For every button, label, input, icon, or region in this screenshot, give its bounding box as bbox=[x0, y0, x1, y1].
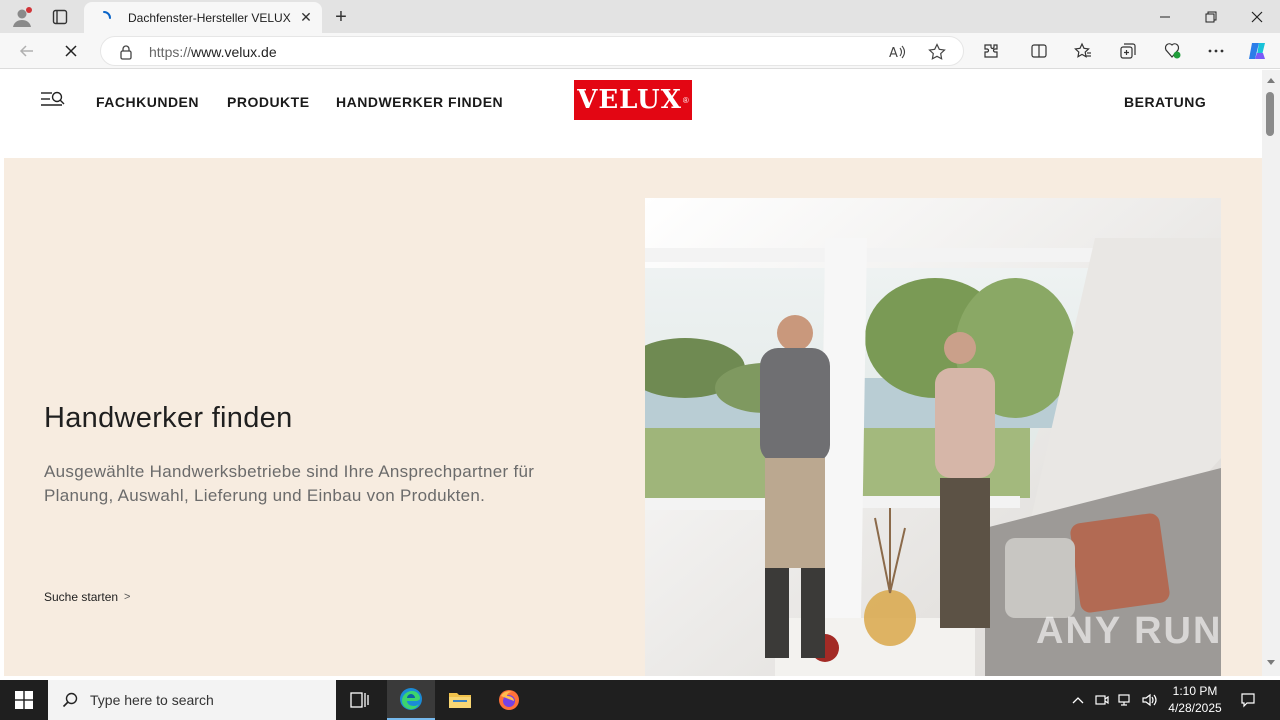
system-clock[interactable]: 1:10 PM 4/28/2025 bbox=[1162, 683, 1228, 717]
chevron-right-icon: > bbox=[124, 591, 131, 603]
logo-text: VELUX bbox=[577, 85, 682, 115]
back-icon[interactable] bbox=[14, 39, 40, 63]
address-toolbar: https://www.velux.de A bbox=[0, 33, 1280, 69]
show-hidden-icons[interactable] bbox=[1068, 680, 1088, 720]
profile-icon[interactable] bbox=[10, 5, 34, 29]
restore-icon[interactable] bbox=[1188, 0, 1234, 33]
hero-description: Ausgewählte Handwerksbetriebe sind Ihre … bbox=[44, 462, 535, 505]
velux-logo[interactable]: VELUX ® bbox=[574, 80, 692, 120]
search-icon bbox=[62, 692, 78, 708]
scroll-down-icon[interactable] bbox=[1267, 660, 1275, 665]
suche-starten-label: Suche starten bbox=[44, 590, 119, 604]
network-icon[interactable] bbox=[1116, 680, 1136, 720]
copilot-icon[interactable] bbox=[1246, 40, 1268, 62]
task-view-icon[interactable] bbox=[336, 680, 384, 720]
scroll-up-icon[interactable] bbox=[1267, 78, 1275, 83]
search-placeholder: Type here to search bbox=[90, 692, 214, 708]
browser-essentials-icon[interactable] bbox=[1161, 40, 1183, 62]
nav-produkte[interactable]: PRODUKTE bbox=[227, 94, 310, 110]
svg-text:A: A bbox=[889, 46, 898, 60]
favorite-star-icon[interactable] bbox=[927, 42, 947, 62]
volume-icon[interactable] bbox=[1140, 680, 1160, 720]
watermark: ANY RUN bbox=[1036, 610, 1223, 652]
nav-handwerker-finden[interactable]: HANDWERKER FINDEN bbox=[336, 94, 503, 110]
new-tab-icon[interactable]: + bbox=[330, 6, 352, 28]
hero-image bbox=[645, 198, 1221, 676]
start-button[interactable] bbox=[0, 680, 48, 720]
tab-title: Dachfenster-Hersteller VELUX bbox=[128, 10, 291, 25]
clock-date: 4/28/2025 bbox=[1168, 701, 1222, 715]
clock-time: 1:10 PM bbox=[1172, 684, 1218, 698]
active-tab[interactable]: Dachfenster-Hersteller VELUX ✕ bbox=[84, 2, 322, 33]
scrollbar-thumb[interactable] bbox=[1266, 92, 1274, 136]
notifications-icon[interactable] bbox=[1234, 680, 1262, 720]
address-bar[interactable]: https://www.velux.de A bbox=[100, 36, 964, 66]
lock-icon[interactable] bbox=[119, 44, 133, 65]
web-page: FACHKUNDEN PRODUKTE HANDWERKER FINDEN VE… bbox=[4, 70, 1262, 676]
file-explorer-icon[interactable] bbox=[436, 680, 484, 720]
windows-taskbar: Type here to search 1:10 PM 4/28/2025 bbox=[0, 680, 1280, 720]
site-header: FACHKUNDEN PRODUKTE HANDWERKER FINDEN VE… bbox=[4, 70, 1262, 158]
tab-actions-icon[interactable] bbox=[50, 7, 70, 27]
close-window-icon[interactable] bbox=[1234, 0, 1280, 33]
suche-starten-link[interactable]: Suche starten > bbox=[44, 590, 130, 604]
taskbar-search[interactable]: Type here to search bbox=[48, 680, 336, 720]
url-text[interactable]: https://www.velux.de bbox=[149, 44, 277, 60]
edge-taskbar-icon[interactable] bbox=[387, 680, 435, 720]
beratung-link[interactable]: BERATUNG bbox=[1124, 94, 1206, 110]
collections-icon[interactable] bbox=[1117, 40, 1139, 62]
stop-loading-icon[interactable] bbox=[58, 39, 84, 63]
more-menu-icon[interactable] bbox=[1205, 40, 1227, 62]
split-screen-icon[interactable] bbox=[1028, 40, 1050, 62]
close-tab-icon[interactable]: ✕ bbox=[298, 9, 314, 26]
hero-title: Handwerker finden bbox=[44, 402, 293, 434]
hero-section: Handwerker finden Ausgewählte Handwerksb… bbox=[4, 158, 1262, 676]
page-scrollbar[interactable] bbox=[1262, 70, 1280, 676]
firefox-icon[interactable] bbox=[485, 680, 533, 720]
logo-mark: ® bbox=[682, 95, 689, 105]
loading-icon bbox=[96, 10, 112, 26]
extensions-icon[interactable] bbox=[980, 40, 1002, 62]
nav-fachkunden[interactable]: FACHKUNDEN bbox=[96, 94, 199, 110]
minimize-icon[interactable] bbox=[1142, 0, 1188, 33]
menu-search-icon[interactable] bbox=[40, 90, 66, 110]
meet-now-icon[interactable] bbox=[1092, 680, 1112, 720]
read-aloud-icon[interactable]: A bbox=[887, 42, 907, 62]
favorites-icon[interactable] bbox=[1072, 40, 1094, 62]
browser-tab-bar: Dachfenster-Hersteller VELUX ✕ + bbox=[0, 0, 1280, 33]
